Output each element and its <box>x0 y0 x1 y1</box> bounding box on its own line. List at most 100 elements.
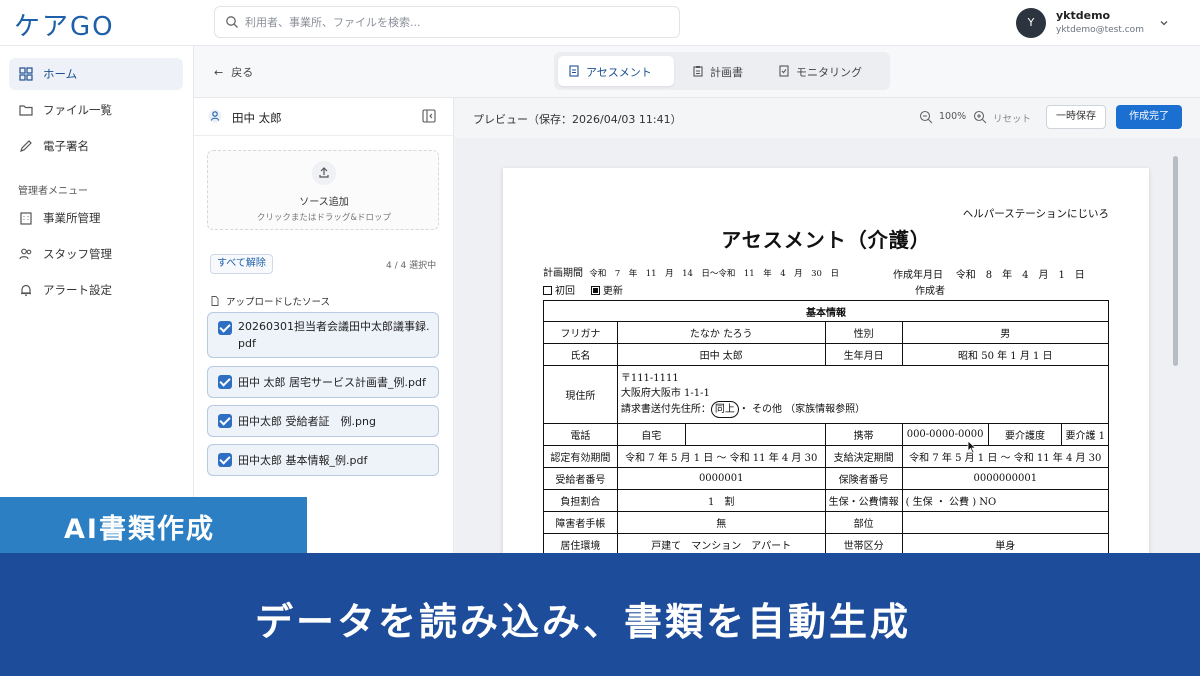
sidebar-item-label: アラート設定 <box>43 283 112 297</box>
cell-label: 受給者番号 <box>543 467 618 490</box>
deselect-all-button[interactable]: すべて解除 <box>210 254 273 274</box>
sidebar-item-home[interactable]: ホーム <box>9 58 183 90</box>
top-bar: ケアGO Y yktdemo yktdemo@test.com <box>0 0 1200 46</box>
source-item[interactable]: 20260301担当者会議田中太郎議事録.pdf <box>207 312 439 358</box>
created-label: 作成年月日 <box>893 270 943 281</box>
feature-tag-label: AI書類作成 <box>64 514 215 545</box>
checkbox[interactable] <box>218 453 232 467</box>
cell-value <box>901 511 1110 534</box>
back-label: 戻る <box>231 66 254 79</box>
arrow-left-icon: ← <box>214 66 224 79</box>
period-label: 計画期間 <box>543 268 583 279</box>
sidebar-item-label: ファイル一覧 <box>43 103 112 117</box>
users-icon <box>19 248 32 260</box>
doc-checks: 初回 更新 <box>543 282 623 297</box>
source-filename: 田中太郎 基本情報_例.pdf <box>238 454 368 467</box>
cell-label: 生保・公費情報 <box>824 489 903 512</box>
sources-heading: アップロードしたソース <box>210 294 330 308</box>
caption-text: データを読み込み、書類を自動生成 <box>254 600 911 644</box>
cell-value: 昭和 50 年 1 月 1 日 <box>901 343 1110 366</box>
check-update-label: 更新 <box>602 286 623 297</box>
sidebar-item-files[interactable]: ファイル一覧 <box>9 94 183 126</box>
zoom-out-icon[interactable] <box>919 110 933 124</box>
back-button[interactable]: ← 戻る <box>214 64 253 80</box>
chevron-down-icon[interactable] <box>1158 17 1170 29</box>
cell-label: フリガナ <box>543 321 618 344</box>
check-first-label: 初回 <box>555 286 575 297</box>
cell-label: 保険者番号 <box>824 467 903 490</box>
sidebar-item-label: 事業所管理 <box>43 211 101 225</box>
sidebar-item-office[interactable]: 事業所管理 <box>9 202 183 234</box>
caption-banner: データを読み込み、書類を自動生成 <box>0 553 1200 676</box>
source-filename: 田中 太郎 居宅サービス計画書_例.pdf <box>238 376 426 389</box>
sidebar-item-alerts[interactable]: アラート設定 <box>9 274 183 306</box>
sidebar-item-label: ホーム <box>43 67 78 81</box>
dropzone-hint: クリックまたはドラッグ&ドロップ <box>256 213 392 223</box>
mouse-cursor-icon <box>967 440 977 454</box>
zoom-reset-button[interactable]: リセット <box>993 111 1031 125</box>
feature-tag: AI書類作成 <box>0 497 307 553</box>
search-box[interactable] <box>214 6 680 38</box>
doc-title: アセスメント（介護） <box>721 228 931 252</box>
preview-toolbar: プレビュー（保存：2026/04/03 11:41） 100% リセット 一時保… <box>455 98 1200 138</box>
file-check-icon <box>779 65 789 77</box>
folder-icon <box>19 105 33 116</box>
preview-scrollbar[interactable] <box>1173 156 1178 366</box>
doc-organization: ヘルパーステーションにじいろ <box>962 208 1109 220</box>
billing-line: 請求書送付先住所： 同上・ その他 （家族情報参照） <box>621 401 1105 418</box>
search-input[interactable] <box>245 7 665 37</box>
source-item[interactable]: 田中 太郎 居宅サービス計画書_例.pdf <box>207 366 439 398</box>
checkbox[interactable] <box>218 321 232 335</box>
preview-canvas[interactable]: ヘルパーステーションにじいろ アセスメント（介護） 計画期間 令和 7 年 11… <box>455 138 1200 553</box>
app-logo[interactable]: ケアGO <box>14 6 115 43</box>
cell-label: 携帯 <box>824 423 903 446</box>
cell-label: 世帯区分 <box>824 533 903 553</box>
source-dropzone[interactable]: ソース追加 クリックまたはドラッグ&ドロップ <box>207 150 439 230</box>
sub-header: ← 戻る アセスメント 計画書 モニタリング <box>194 46 1200 98</box>
sidebar-item-signature[interactable]: 電子署名 <box>9 130 183 162</box>
cell-value: 田中 太郎 <box>616 343 826 366</box>
cell-value: 令和 7 年 5 月 1 日 ～ 令和 11 年 4 月 30 <box>616 445 826 468</box>
sidebar-item-label: スタッフ管理 <box>43 247 112 261</box>
zoom-level: 100% <box>939 111 967 122</box>
tab-plan[interactable]: 計画書 <box>682 56 762 86</box>
avatar: Y <box>1016 8 1046 38</box>
collapse-panel-icon[interactable] <box>422 109 436 123</box>
cell-value: 0000001 <box>616 467 826 490</box>
cell-label: 生年月日 <box>824 343 903 366</box>
sidebar-item-staff[interactable]: スタッフ管理 <box>9 238 183 270</box>
checkbox[interactable] <box>218 414 232 428</box>
tab-assessment[interactable]: アセスメント <box>558 56 674 86</box>
admin-section-label: 管理者メニュー <box>18 186 88 197</box>
checkbox[interactable] <box>218 375 232 389</box>
cell-value: 令和 7 年 5 月 1 日 ～ 令和 11 年 4 月 30 <box>901 445 1110 468</box>
checkbox-first <box>543 286 552 295</box>
zoom-in-icon[interactable] <box>973 110 987 124</box>
user-name: yktdemo <box>1056 9 1111 22</box>
source-filename: 20260301担当者会議田中太郎議事録.pdf <box>238 320 430 350</box>
cell-value: 無 <box>616 511 826 534</box>
save-draft-button[interactable]: 一時保存 <box>1046 105 1106 129</box>
cell-value: たなか たろう <box>616 321 826 344</box>
person-name: 田中 太郎 <box>232 111 282 125</box>
cell-value: 戸建て マンション アパート <box>616 533 826 553</box>
source-item[interactable]: 田中太郎 基本情報_例.pdf <box>207 444 439 476</box>
preview-title: プレビュー（保存：2026/04/03 11:41） <box>473 113 682 126</box>
pen-icon <box>20 140 32 152</box>
period-value: 令和 7 年 11 月 14 日～令和 11 年 4 月 30 日 <box>589 269 839 279</box>
person-header: 田中 太郎 <box>194 98 454 136</box>
user-menu[interactable]: Y yktdemo yktdemo@test.com <box>1016 6 1186 40</box>
complete-button[interactable]: 作成完了 <box>1116 105 1182 129</box>
document-page: ヘルパーステーションにじいろ アセスメント（介護） 計画期間 令和 7 年 11… <box>503 168 1149 553</box>
cell-label: 部位 <box>824 511 903 534</box>
cell-label: 電話 <box>543 423 618 446</box>
tab-monitoring[interactable]: モニタリング <box>768 56 886 86</box>
grid-icon <box>19 67 33 81</box>
created-value: 令和 8 年 4 月 1 日 <box>955 270 1085 281</box>
cell-value: 単身 <box>901 533 1110 553</box>
cell-label: 認定有効期間 <box>543 445 618 468</box>
cell-value: ( 生保 ・ 公費 ) NO <box>901 489 1110 512</box>
document-icon <box>569 65 579 77</box>
tab-label: アセスメント <box>586 66 652 79</box>
source-item[interactable]: 田中太郎 受給者証 例.png <box>207 405 439 437</box>
